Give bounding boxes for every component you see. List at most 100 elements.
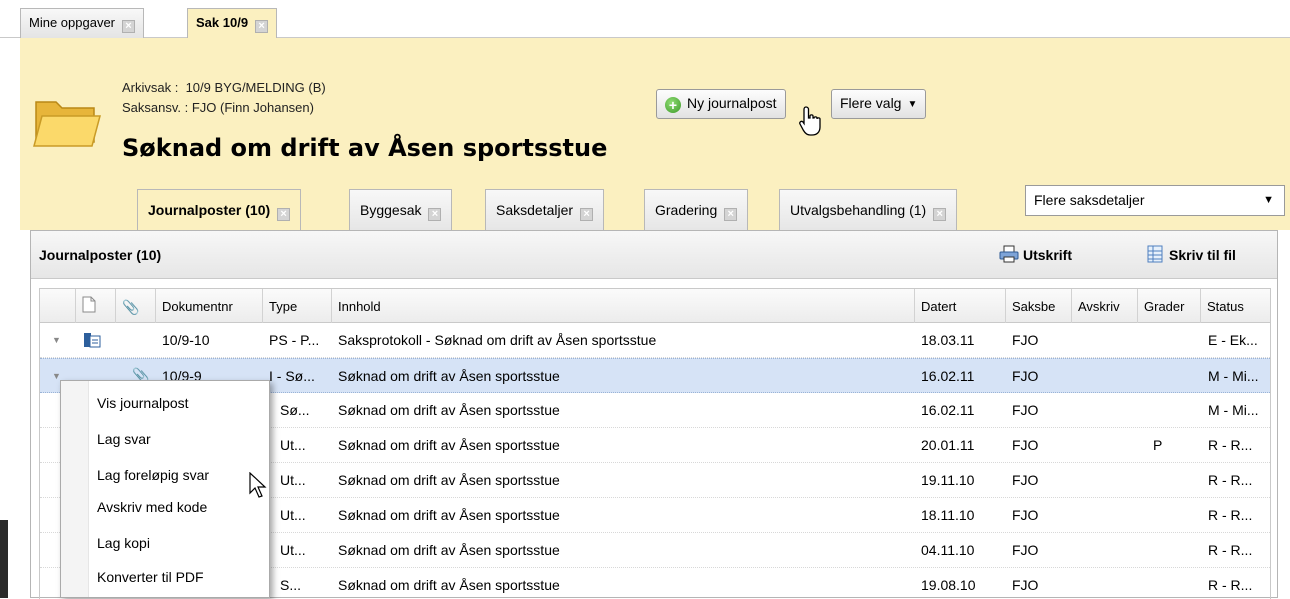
cell-saksbe: FJO (1012, 368, 1039, 384)
cell-type: Ut... (280, 437, 306, 453)
col-dokumentnr[interactable]: Dokumentnr (156, 289, 263, 323)
menu-gutter (61, 381, 89, 597)
cell-type: S... (280, 577, 302, 593)
cell-innhold: Søknad om drift av Åsen sportsstue (338, 577, 560, 593)
col-datert[interactable]: Datert (915, 289, 1006, 323)
spreadsheet-file-icon (1147, 245, 1163, 263)
arkivsak-value: 10/9 BYG/MELDING (B) (185, 80, 326, 95)
case-meta: Arkivsak : 10/9 BYG/MELDING (B) Saksansv… (122, 78, 326, 118)
tab-label: Byggesak (360, 202, 422, 218)
cell-innhold: Søknad om drift av Åsen sportsstue (338, 402, 560, 418)
print-label: Utskrift (1023, 247, 1073, 263)
table-row[interactable]: ▼ 10/9-10 PS - P... Saksprotokoll - Søkn… (40, 323, 1270, 358)
dropdown-caret-icon: ▼ (907, 99, 918, 110)
menu-item-lag-kopi[interactable]: Lag kopi (97, 535, 150, 551)
tab-saksdetaljer[interactable]: Saksdetaljer × (485, 189, 605, 230)
cell-type: Ut... (280, 542, 306, 558)
close-box-icon[interactable]: × (277, 208, 291, 221)
cell-innhold: Søknad om drift av Åsen sportsstue (338, 368, 560, 384)
grid-header: 📎 Dokumentnr Type Innhold Datert Saksbe … (40, 289, 1270, 323)
more-options-button[interactable]: Flere valg ▼ (831, 89, 927, 119)
top-tab-bar: Mine oppgaver × Sak 10/9 × (0, 0, 1290, 39)
background-edge (0, 520, 8, 598)
col-attachment-icon[interactable]: 📎 (116, 289, 156, 323)
menu-item-avskriv-med-kode[interactable]: Avskriv med kode (97, 499, 207, 515)
cell-saksbe: FJO (1012, 472, 1039, 488)
cell-saksbe: FJO (1012, 437, 1039, 453)
cell-type: Sø... (280, 402, 310, 418)
cell-innhold: Søknad om drift av Åsen sportsstue (338, 542, 560, 558)
folder-icon (33, 101, 101, 147)
menu-item-lag-forelopig-svar[interactable]: Lag foreløpig svar (97, 467, 209, 483)
new-journal-label: Ny journalpost (687, 95, 777, 111)
tab-journalposter[interactable]: Journalposter (10) × (137, 189, 302, 230)
cell-saksbe: FJO (1012, 577, 1039, 593)
cell-type: PS - P... (269, 332, 320, 348)
col-status[interactable]: Status (1201, 289, 1270, 323)
arrow-cursor-icon (249, 472, 267, 498)
cell-datert: 19.11.10 (921, 472, 975, 488)
cell-status: E - Ek... (1208, 332, 1258, 348)
print-button[interactable]: Utskrift (999, 245, 1072, 263)
cell-status: R - R... (1208, 577, 1253, 593)
printer-icon (999, 245, 1019, 263)
col-avskriv[interactable]: Avskriv (1072, 289, 1138, 323)
cell-status: R - R... (1208, 472, 1253, 488)
document-icon (84, 333, 101, 348)
tab-label: Gradering (655, 202, 718, 218)
cell-doknr: 10/9-10 (162, 332, 210, 348)
paperclip-icon: 📎 (122, 299, 140, 315)
cell-saksbe: FJO (1012, 332, 1039, 348)
more-details-select[interactable]: Flere saksdetaljer ▼ (1025, 185, 1285, 216)
document-icon (82, 296, 96, 313)
cell-status: R - R... (1208, 542, 1253, 558)
write-file-button[interactable]: Skriv til fil (1147, 245, 1236, 263)
close-box-icon[interactable]: × (933, 208, 947, 221)
tab-sak[interactable]: Sak 10/9 × (187, 8, 278, 39)
more-options-label: Flere valg (840, 95, 902, 111)
menu-item-vis-journalpost[interactable]: Vis journalpost (97, 395, 189, 411)
cell-innhold: Saksprotokoll - Søknad om drift av Åsen … (338, 332, 657, 348)
col-document-icon[interactable] (76, 289, 116, 323)
col-saksbe[interactable]: Saksbe (1006, 289, 1072, 323)
expand-triangle-icon[interactable]: ▼ (52, 335, 61, 345)
col-innhold[interactable]: Innhold (332, 289, 915, 323)
cell-datert: 19.08.10 (921, 577, 976, 593)
hand-cursor-icon (799, 106, 821, 136)
cell-status: R - R... (1208, 507, 1253, 523)
cell-innhold: Søknad om drift av Åsen sportsstue (338, 507, 560, 523)
close-box-icon[interactable]: × (122, 20, 135, 33)
col-type[interactable]: Type (263, 289, 332, 323)
cell-saksbe: FJO (1012, 402, 1039, 418)
cell-datert: 16.02.11 (921, 368, 975, 384)
cell-saksbe: FJO (1012, 507, 1039, 523)
col-expand (40, 289, 76, 323)
tab-utvalgsbehandling[interactable]: Utvalgsbehandling (1) × (779, 189, 958, 230)
plus-circle-icon: + (665, 97, 681, 113)
case-title: Søknad om drift av Åsen sportsstue (122, 134, 608, 162)
close-box-icon[interactable]: × (255, 20, 269, 33)
tab-mine-oppgaver[interactable]: Mine oppgaver × (20, 8, 144, 38)
close-box-icon[interactable]: × (724, 208, 738, 221)
menu-item-lag-svar[interactable]: Lag svar (97, 431, 151, 447)
cell-grader: P (1153, 437, 1163, 453)
saksansv-value: FJO (Finn Johansen) (191, 100, 314, 115)
close-box-icon[interactable]: × (428, 208, 442, 221)
tab-label: Journalposter (10) (148, 202, 271, 218)
tab-label: Mine oppgaver (29, 15, 115, 30)
new-journal-button[interactable]: + Ny journalpost (656, 89, 786, 119)
cell-status: R - R... (1208, 437, 1253, 453)
cell-saksbe: FJO (1012, 542, 1039, 558)
tab-byggesak[interactable]: Byggesak × (349, 189, 453, 230)
cell-innhold: Søknad om drift av Åsen sportsstue (338, 437, 560, 453)
panel-header: Journalposter (10) Utskrift Skriv til fi… (31, 231, 1277, 279)
tab-gradering[interactable]: Gradering × (644, 189, 749, 230)
cell-datert: 20.01.11 (921, 437, 975, 453)
cell-datert: 18.03.11 (921, 332, 975, 348)
cell-type: Ut... (280, 507, 306, 523)
panel-title: Journalposter (10) (39, 247, 162, 263)
write-file-label: Skriv til fil (1169, 247, 1236, 263)
menu-item-konverter-til-pdf[interactable]: Konverter til PDF (97, 569, 204, 585)
col-grader[interactable]: Grader (1138, 289, 1201, 323)
close-box-icon[interactable]: × (580, 208, 594, 221)
